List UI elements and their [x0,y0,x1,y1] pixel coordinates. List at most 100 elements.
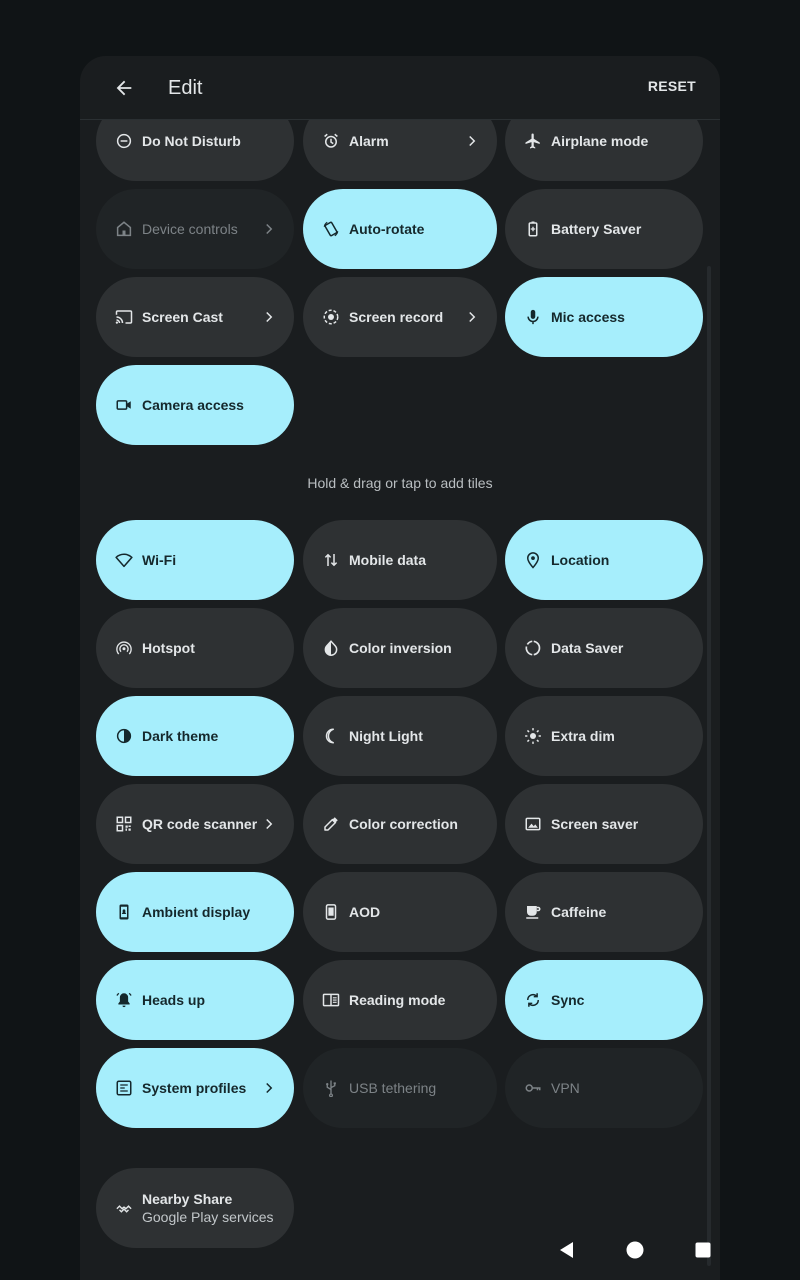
tile-label: Screen saver [551,816,639,832]
dark-theme-icon [114,726,134,746]
nav-back-icon [560,1242,573,1258]
tile-label: Data Saver [551,640,624,656]
cast-icon [114,307,134,327]
tile-hotspot[interactable]: Hotspot [96,608,294,688]
tile-color-inversion[interactable]: Color inversion [303,608,497,688]
nav-home-button[interactable] [623,1238,647,1262]
book-icon [321,990,341,1010]
tile-label: Hotspot [142,640,195,656]
location-icon [523,550,543,570]
tile-label: USB tethering [349,1080,437,1096]
tile-label: AOD [349,904,381,920]
tile-system-profiles[interactable]: System profiles [96,1048,294,1128]
usb-icon [321,1078,341,1098]
tile-label: Night Light [349,728,423,744]
tile-vpn[interactable]: VPN [505,1048,703,1128]
tile-label: Camera access [142,397,244,413]
tile-heads-up[interactable]: Heads up [96,960,294,1040]
tile-auto-rotate[interactable]: Auto-rotate [303,189,497,269]
tile-label: Mic access [551,309,625,325]
nav-recents-icon [695,1242,711,1258]
tile-sync[interactable]: Sync [505,960,703,1040]
tile-mic-access[interactable]: Mic access [505,277,703,357]
tile-label: System profiles [142,1080,247,1096]
tile-label: Screen Cast [142,309,223,325]
profiles-icon [114,1078,134,1098]
tile-text: Nearby Share Google Play services [142,1190,274,1227]
phone-icon [321,902,341,922]
navigation-bar [0,1230,800,1270]
tile-screen-record[interactable]: Screen record [303,277,497,357]
mic-icon [523,307,543,327]
tile-label: Do Not Disturb [142,133,241,149]
tile-label: Color inversion [349,640,452,656]
tile-extra-dim[interactable]: Extra dim [505,696,703,776]
scrollbar[interactable] [707,266,711,1266]
tile-label: Dark theme [142,728,219,744]
tile-label: Caffeine [551,904,607,920]
tile-label: Mobile data [349,552,427,568]
page-title: Edit [168,77,203,99]
mobile-data-icon [321,550,341,570]
tile-label: Airplane mode [551,133,649,149]
reset-button[interactable]: RESET [648,78,696,94]
home-icon [114,219,134,239]
qr-code-icon [114,814,134,834]
tile-data-saver[interactable]: Data Saver [505,608,703,688]
tile-screen-saver[interactable]: Screen saver [505,784,703,864]
tile-location[interactable]: Location [505,520,703,600]
tile-label: Reading mode [349,992,446,1008]
tile-label: QR code scanner [142,816,258,832]
tile-label: Heads up [142,992,206,1008]
edit-tiles-panel: Edit RESET Do Not Disturb Alarm Airplane m… [80,56,720,1280]
nav-recents-button[interactable] [691,1238,715,1262]
tile-aod[interactable]: AOD [303,872,497,952]
tile-wi-fi[interactable]: Wi-Fi [96,520,294,600]
tile-label: Wi-Fi [142,552,177,568]
tile-label: Ambient display [142,904,251,920]
tile-battery-saver[interactable]: Battery Saver [505,189,703,269]
tile-caffeine[interactable]: Caffeine [505,872,703,952]
tile-device-controls[interactable]: Device controls [96,189,294,269]
header: Edit RESET [80,56,720,120]
back-button[interactable] [104,70,144,106]
tile-dark-theme[interactable]: Dark theme [96,696,294,776]
tile-label: Extra dim [551,728,615,744]
tile-sublabel: Google Play services [142,1208,274,1225]
tile-label: Device controls [142,221,238,237]
arrow-back-icon [116,80,132,96]
tile-qr-code-scanner[interactable]: QR code scanner [96,784,294,864]
chevron-right-icon [463,132,481,150]
alarm-icon [321,131,341,151]
tile-night-light[interactable]: Night Light [303,696,497,776]
tile-reading-mode[interactable]: Reading mode [303,960,497,1040]
tile-usb-tethering[interactable]: USB tethering [303,1048,497,1128]
tile-label: Auto-rotate [349,221,425,237]
tile-mobile-data[interactable]: Mobile data [303,520,497,600]
tile-label: Screen record [349,309,444,325]
tile-label: Location [551,552,610,568]
bell-icon [114,990,134,1010]
tile-label: Color correction [349,816,458,832]
chevron-right-icon [260,308,278,326]
tile-label: VPN [551,1080,580,1096]
chevron-right-icon [260,815,278,833]
chevron-right-icon [260,220,278,238]
tile-color-correction[interactable]: Color correction [303,784,497,864]
tile-label: Nearby Share [142,1190,233,1207]
tile-ambient-display[interactable]: Ambient display [96,872,294,952]
eyedropper-icon [321,814,341,834]
nearby-share-icon [114,1198,134,1218]
wifi-icon [114,550,134,570]
sync-icon [523,990,543,1010]
tile-screen-cast[interactable]: Screen Cast [96,277,294,357]
battery-icon [523,219,543,239]
do-not-disturb-icon [114,131,134,151]
ambient-display-icon [114,902,134,922]
image-icon [523,814,543,834]
coffee-icon [523,902,543,922]
tile-camera-access[interactable]: Camera access [96,365,294,445]
nav-back-button[interactable] [555,1238,579,1262]
rotate-icon [321,219,341,239]
chevron-right-icon [260,1079,278,1097]
